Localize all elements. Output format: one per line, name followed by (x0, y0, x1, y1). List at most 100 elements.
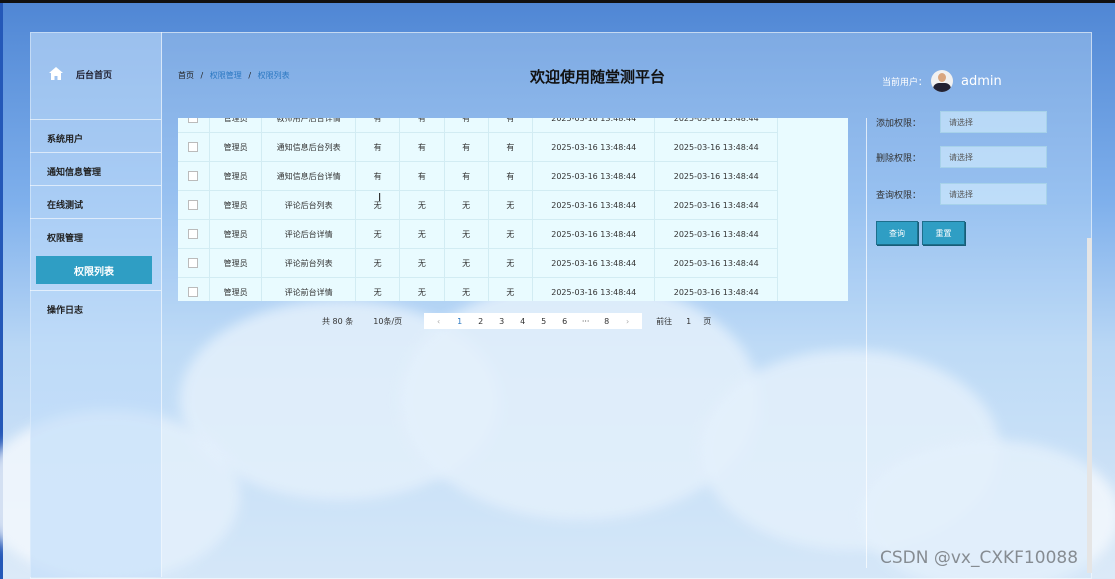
permission-name-cell: 通知信息后台详情 (261, 161, 356, 191)
page-number[interactable]: 3 (491, 317, 512, 326)
page-size-select[interactable]: 10条/页 (373, 316, 402, 327)
breadcrumb-parent[interactable]: 权限管理 (210, 71, 242, 80)
breadcrumb-home[interactable]: 首页 (178, 71, 194, 80)
sidebar-item-label: 通知信息管理 (47, 168, 102, 178)
created-time-cell: 2025-03-16 13:48:44 (532, 118, 656, 133)
page-number[interactable]: 4 (512, 317, 533, 326)
delete-permission-select[interactable]: 请选择 (940, 146, 1047, 168)
pagination-total: 共 80 条 (322, 316, 354, 326)
sidebar-item-label: 在线测试 (47, 201, 84, 211)
checkbox-box[interactable] (188, 200, 199, 210)
edit-permission-cell: 无 (444, 277, 489, 301)
row-checkbox[interactable] (178, 277, 210, 301)
updated-time-cell: 2025-03-16 13:48:44 (654, 248, 778, 278)
delete-permission-cell: 无 (399, 190, 445, 220)
edit-permission-cell: 无 (444, 248, 489, 278)
page-number[interactable]: 6 (554, 317, 575, 326)
prev-page-button[interactable]: ‹ (428, 317, 449, 326)
delete-permission-cell: 无 (399, 277, 445, 301)
breadcrumb-separator: / (200, 71, 204, 80)
checkbox-box[interactable] (188, 258, 199, 268)
search-button[interactable]: 查询 (876, 221, 918, 245)
sidebar: 后台首页 系统用户 通知信息管理 在线测试 权限管理 权限列表 操作日志 (30, 32, 162, 577)
goto-page-input[interactable]: 1 (686, 317, 691, 326)
page-number[interactable]: ··· (575, 317, 596, 326)
query-permission-cell: 无 (488, 277, 534, 301)
user-avatar[interactable] (931, 70, 954, 92)
permission-name-cell: 评论前台详情 (261, 277, 356, 301)
row-checkbox[interactable] (178, 248, 210, 278)
sidebar-item-notice-management[interactable]: 通知信息管理 (30, 152, 161, 185)
delete-permission-label: 删除权限： (876, 153, 922, 164)
sidebar-home-link[interactable]: 后台首页 (48, 66, 112, 82)
permission-name-cell: 通知信息后台列表 (261, 132, 356, 162)
row-checkbox[interactable] (178, 219, 210, 249)
table-row: 管理员 通知信息后台详情有有有有 2025-03-16 13:48:44 2025-0… (178, 161, 778, 191)
created-time-cell: 2025-03-16 13:48:44 (532, 277, 656, 301)
sidebar-item-system-users[interactable]: 系统用户 (30, 119, 161, 152)
home-label: 后台首页 (76, 70, 113, 81)
add-permission-cell: 无 (355, 219, 401, 249)
sidebar-item-operation-log[interactable]: 操作日志 (30, 290, 161, 323)
updated-time-cell: 2025-03-16 13:48:44 (654, 190, 778, 220)
query-permission-cell: 有 (488, 132, 534, 162)
query-permission-select[interactable]: 请选择 (940, 183, 1047, 205)
edit-permission-cell: 有 (444, 132, 489, 162)
sidebar-item-label: 操作日志 (47, 306, 84, 316)
table-row: 管理员 评论后台列表无无无无 2025-03-16 13:48:44 2025-03-… (178, 190, 778, 220)
sidebar-item-label: 权限管理 (47, 234, 84, 244)
checkbox-box[interactable] (188, 171, 199, 181)
page-number[interactable]: 8 (596, 317, 617, 326)
sidebar-item-online-test[interactable]: 在线测试 (30, 185, 161, 218)
role-cell: 管理员 (209, 161, 263, 191)
table-row: 管理员 评论前台列表无无无无 2025-03-16 13:48:44 2025-03-… (178, 248, 778, 278)
row-checkbox[interactable] (178, 190, 210, 220)
add-permission-select[interactable]: 请选择 (940, 111, 1047, 133)
table-row: 管理员 评论前台详情无无无无 2025-03-16 13:48:44 2025-03-… (178, 277, 778, 301)
edit-permission-cell: 有 (444, 161, 489, 191)
sidebar-item-label: 系统用户 (47, 135, 84, 145)
checkbox-box[interactable] (188, 118, 199, 123)
table-row: 管理员 评论后台详情无无无无 2025-03-16 13:48:44 2025-03-… (178, 219, 778, 249)
query-permission-cell: 有 (488, 161, 534, 191)
page-number[interactable]: 2 (470, 317, 491, 326)
reset-button[interactable]: 重置 (922, 221, 965, 245)
page-number[interactable]: 1 (449, 317, 470, 326)
scrollbar[interactable] (1087, 238, 1092, 573)
current-user[interactable]: 当前用户： admin (882, 70, 1002, 92)
updated-time-cell: 2025-03-16 13:48:44 (654, 132, 778, 162)
sidebar-item-permission-management[interactable]: 权限管理 (30, 218, 161, 251)
role-cell: 管理员 (209, 219, 263, 249)
table-row: 管理员 通知信息后台列表有有有有 2025-03-16 13:48:44 2025-0… (178, 132, 778, 162)
row-checkbox[interactable] (178, 132, 210, 162)
sidebar-item-permission-list[interactable]: 权限列表 (36, 256, 152, 284)
pagination: 共 80 条 10条/页 ‹ 1 2 3 4 5 6 ··· 8 › 前往 1 页 (322, 313, 711, 329)
add-permission-cell: 无 (355, 248, 401, 278)
permission-table: 管理员 教师用户后台详情有有有有 2025-03-16 13:48:44 2025-0… (178, 118, 848, 301)
created-time-cell: 2025-03-16 13:48:44 (532, 161, 656, 191)
role-cell: 管理员 (209, 132, 263, 162)
add-permission-cell: 有 (355, 132, 401, 162)
role-cell: 管理员 (209, 277, 263, 301)
text-cursor-icon: I (378, 191, 382, 204)
updated-time-cell: 2025-03-16 13:48:44 (654, 118, 778, 133)
permission-name-cell: 评论前台列表 (261, 248, 356, 278)
delete-permission-cell: 有 (399, 132, 445, 162)
created-time-cell: 2025-03-16 13:48:44 (532, 132, 656, 162)
sidebar-item-label: 权限列表 (74, 266, 114, 278)
checkbox-box[interactable] (188, 287, 199, 297)
row-checkbox[interactable] (178, 118, 210, 133)
delete-permission-cell: 无 (399, 219, 445, 249)
home-icon (49, 67, 63, 80)
row-checkbox[interactable] (178, 161, 210, 191)
delete-permission-filter: 删除权限： 请选择 (876, 146, 1047, 168)
page-number[interactable]: 5 (533, 317, 554, 326)
created-time-cell: 2025-03-16 13:48:44 (532, 219, 656, 249)
checkbox-box[interactable] (188, 229, 199, 239)
edit-permission-cell: 无 (444, 190, 489, 220)
created-time-cell: 2025-03-16 13:48:44 (532, 190, 656, 220)
next-page-button[interactable]: › (617, 317, 638, 326)
query-permission-cell: 无 (488, 190, 534, 220)
checkbox-box[interactable] (188, 142, 199, 152)
add-permission-cell: 无 (355, 277, 401, 301)
